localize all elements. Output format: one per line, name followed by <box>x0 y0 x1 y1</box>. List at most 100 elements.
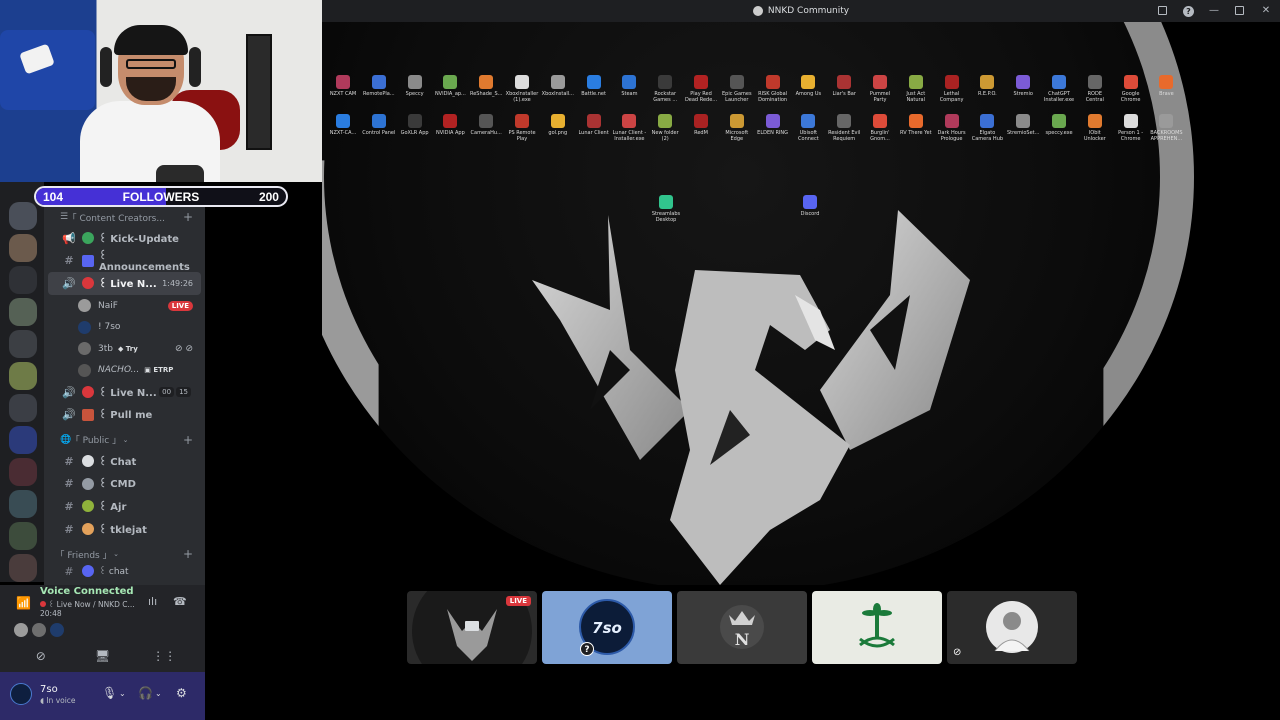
desktop-icon[interactable]: NVIDIA App <box>433 114 467 136</box>
desktop-icon[interactable]: RedM <box>684 114 718 136</box>
desktop-icon[interactable]: Liar's Bar <box>827 75 861 97</box>
participant-tile-user[interactable]: ⊘ <box>947 591 1077 664</box>
desktop-icon[interactable]: gol.png <box>541 114 575 136</box>
desktop-icon[interactable]: NZXT-CA... <box>326 114 360 136</box>
channel-live-now-2[interactable]: 🔊 ꒰ Live N... 00 15 <box>48 381 201 404</box>
participant-tile-7so[interactable]: 7so ? <box>542 591 672 664</box>
desktop-icon[interactable]: Lunar Client <box>577 114 611 136</box>
camera-off-icon[interactable]: ⊘ <box>16 645 66 667</box>
desktop-icon[interactable]: Stremio <box>1006 75 1040 97</box>
desktop-icon[interactable]: IObit Unlocker <box>1078 114 1112 142</box>
desktop-icon[interactable]: Ubisoft Connect <box>791 114 825 142</box>
disconnect-icon[interactable]: ☎ <box>173 595 187 608</box>
desktop-icon[interactable]: XboxInstall... <box>541 75 575 97</box>
help-icon[interactable]: ? <box>1183 5 1194 17</box>
participant-tile-emblem[interactable] <box>812 591 942 664</box>
voice-user-nacho[interactable]: NACHO... ▣ ETRP <box>44 359 205 381</box>
desktop-icon[interactable]: ChatGPT Installer.exe <box>1042 75 1076 103</box>
desktop-icon[interactable]: Rockstar Games ... <box>648 75 682 103</box>
desktop-icon[interactable]: Burglin' Gnom... <box>863 114 897 142</box>
avatar[interactable] <box>10 683 32 705</box>
category-friends[interactable]: ｢ Friends ｣ ⌄ + <box>44 544 205 564</box>
desktop-icon[interactable]: New folder (2) <box>648 114 682 142</box>
desktop-icon[interactable]: XboxInstaller (1).exe <box>505 75 539 103</box>
desktop-icon[interactable]: Dark Hours Prologue <box>935 114 969 142</box>
channel-ajr[interactable]: # ꒰ Ajr <box>48 495 201 518</box>
server-icon[interactable] <box>9 554 37 582</box>
desktop-icon[interactable]: Steam <box>612 75 646 97</box>
channel-chat[interactable]: # ꒰ Chat <box>48 450 201 473</box>
server-icon[interactable] <box>9 426 37 454</box>
channel-tklejat[interactable]: # ꒰ tklejat <box>48 518 201 541</box>
desktop-icon[interactable]: Pummel Party <box>863 75 897 103</box>
server-icon[interactable] <box>9 298 37 326</box>
desktop-icon[interactable]: NZXT CAM <box>326 75 360 97</box>
desktop-icon[interactable]: ReShade_S... <box>469 75 503 97</box>
desktop-icon[interactable]: Epic Games Launcher <box>720 75 754 103</box>
chevron-down-icon[interactable]: ⌄ <box>155 689 162 698</box>
channel-kick-update[interactable]: 📢 ꒰ Kick-Update <box>48 227 201 250</box>
username[interactable]: 7so <box>40 684 58 695</box>
desktop-icon[interactable]: Person 1 - Chrome <box>1114 114 1148 142</box>
server-icon[interactable] <box>9 362 37 390</box>
screen-share-icon[interactable]: 🖥 <box>77 645 127 667</box>
desktop-icon[interactable]: NVIDIA_ap... <box>433 75 467 97</box>
voice-user-3tb[interactable]: 3tb ◆ Try ⊘ ⊘ <box>44 338 205 360</box>
desktop-icon[interactable]: Play Red Dead Rede... <box>684 75 718 103</box>
gear-icon[interactable]: ⚙ <box>176 686 187 700</box>
desktop-icon[interactable]: Streamlabs Desktop <box>649 195 683 223</box>
desktop-icon[interactable]: Among Us <box>791 75 825 97</box>
category-public[interactable]: 🌐 ｢ Public ｣ ⌄ + <box>44 430 205 450</box>
desktop-icon[interactable]: Control Panel <box>362 114 396 136</box>
add-channel-icon[interactable]: + <box>183 547 193 561</box>
desktop-icon[interactable]: Speccy <box>398 75 432 97</box>
voice-user-naif[interactable]: NaiF LIVE <box>44 295 205 317</box>
desktop-icon[interactable]: Brave <box>1149 75 1183 97</box>
channel-chat-friends[interactable]: # ꒰ chat <box>48 564 201 578</box>
desktop-icon[interactable]: StremioSet... <box>1006 114 1040 136</box>
server-icon[interactable] <box>9 522 37 550</box>
desktop-icon[interactable]: Microsoft Edge <box>720 114 754 142</box>
channel-announcements[interactable]: # ꒰ Announcements <box>48 250 201 273</box>
participant-tile-king[interactable]: N <box>677 591 807 664</box>
server-icon[interactable] <box>9 458 37 486</box>
desktop-icon[interactable]: Resident Evil Requiem <box>827 114 861 142</box>
server-icon[interactable] <box>9 266 37 294</box>
desktop-icon[interactable]: RISK Global Domination <box>756 75 790 103</box>
desktop-icon[interactable]: Elgato Camera Hub <box>970 114 1004 142</box>
desktop-icon[interactable]: Discord <box>793 195 827 217</box>
desktop-icon[interactable]: ELDEN RING <box>756 114 790 136</box>
close-icon[interactable]: ✕ <box>1260 5 1272 17</box>
desktop-icon[interactable]: GoXLR App <box>398 114 432 136</box>
voice-user-7so[interactable]: ! 7so <box>44 316 205 338</box>
desktop-icon[interactable]: PS Remote Play <box>505 114 539 142</box>
desktop-icon[interactable]: Battle.net <box>577 75 611 97</box>
server-icon[interactable] <box>9 234 37 262</box>
voice-channel[interactable]: ꒰ Live Now / NNKD C... <box>40 599 135 609</box>
channel-cmd[interactable]: # ꒰ CMD <box>48 473 201 496</box>
participant-tile-stream[interactable]: LIVE <box>407 591 537 664</box>
chevron-down-icon[interactable]: ⌄ <box>119 689 126 698</box>
desktop-icon[interactable]: R.E.P.O. <box>970 75 1004 97</box>
inbox-icon[interactable] <box>1157 5 1169 17</box>
activities-icon[interactable]: ⋮⋮ <box>139 645 189 667</box>
channel-pull-me[interactable]: 🔊 ꒰ Pull me <box>48 403 201 426</box>
desktop-icon[interactable]: CameraHu... <box>469 114 503 136</box>
desktop-icon[interactable]: Just Act Natural <box>899 75 933 103</box>
desktop-icon[interactable]: BACKROOMS APPREHEN... <box>1149 114 1183 142</box>
server-icon[interactable] <box>9 490 37 518</box>
maximize-icon[interactable] <box>1234 5 1246 17</box>
desktop-icon[interactable]: Lunar Client - Installer.exe <box>612 114 646 142</box>
channel-live-now-1[interactable]: 🔊 ꒰ Live N... 1:49:26 <box>48 272 201 295</box>
microphone-icon[interactable]: 🎙 <box>102 686 117 700</box>
desktop-icon[interactable]: Lethal Company <box>935 75 969 103</box>
server-icon[interactable] <box>9 394 37 422</box>
add-channel-icon[interactable]: + <box>183 433 193 447</box>
minimize-icon[interactable]: — <box>1208 5 1220 17</box>
server-icon[interactable] <box>9 330 37 358</box>
noise-suppression-icon[interactable]: ılı <box>148 595 157 608</box>
desktop-icon[interactable]: speccy.exe <box>1042 114 1076 136</box>
desktop-icon[interactable]: RemotePla... <box>362 75 396 97</box>
add-channel-icon[interactable]: + <box>183 210 193 224</box>
headphones-icon[interactable]: 🎧 <box>138 686 153 700</box>
